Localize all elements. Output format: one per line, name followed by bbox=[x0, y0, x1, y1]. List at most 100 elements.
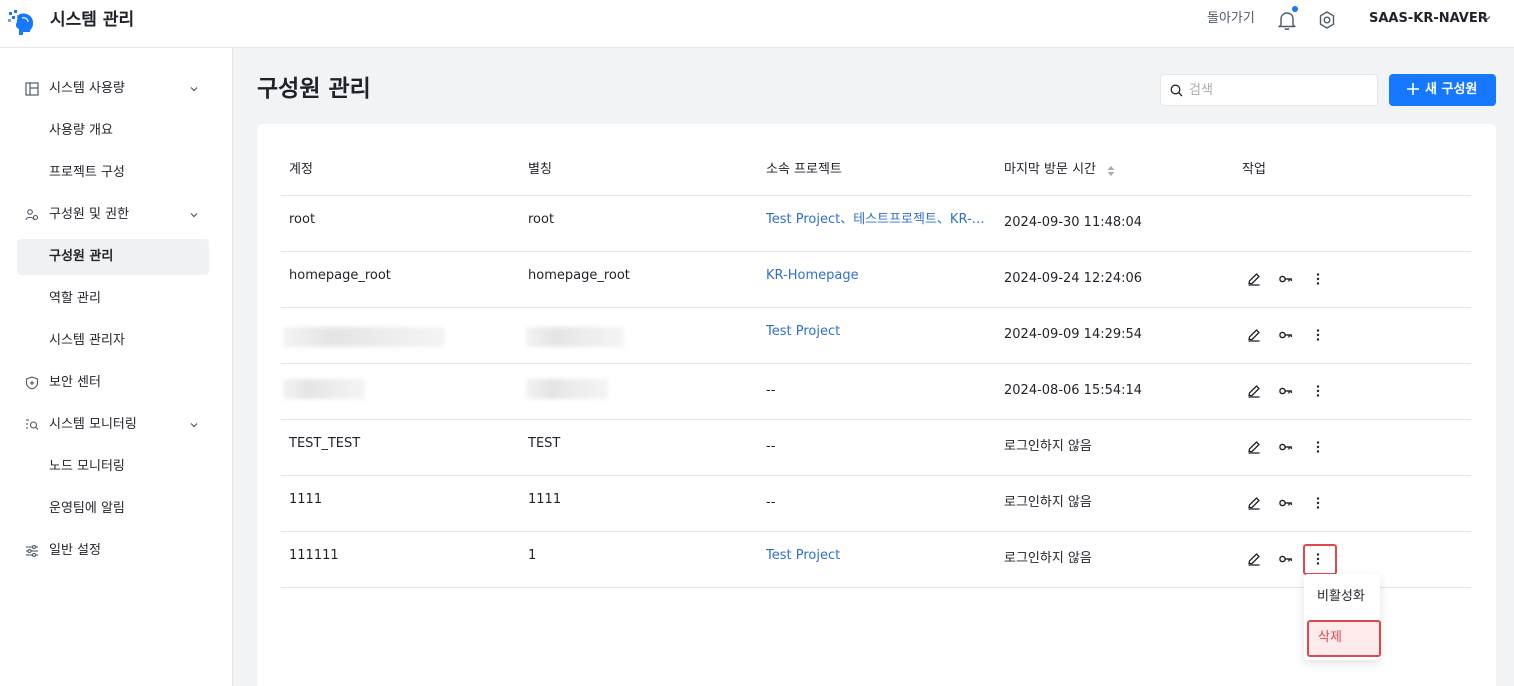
cell-last-visit: 로그인하지 않음 bbox=[1004, 495, 1092, 510]
edit-icon[interactable] bbox=[1246, 551, 1262, 567]
key-icon[interactable] bbox=[1278, 551, 1294, 567]
edit-icon[interactable] bbox=[1246, 271, 1262, 287]
more-vertical-icon[interactable] bbox=[1310, 271, 1326, 287]
row-divider bbox=[281, 195, 1471, 196]
sidebar-group-security[interactable]: 보안 센터 bbox=[0, 365, 233, 401]
row-divider bbox=[281, 363, 1471, 364]
menu-item-delete[interactable]: 삭제 bbox=[1307, 620, 1381, 657]
menu-item-label: 비활성화 bbox=[1317, 589, 1365, 604]
key-icon[interactable] bbox=[1278, 495, 1294, 511]
cell-alias: 1111 bbox=[528, 492, 562, 507]
cell-alias: TEST bbox=[528, 436, 561, 451]
dashboard-icon bbox=[25, 82, 39, 96]
cell-account: 1111 bbox=[289, 492, 323, 507]
sidebar-group-label: 시스템 모니터링 bbox=[49, 417, 137, 432]
cell-account: 111111 bbox=[289, 548, 339, 563]
key-icon[interactable] bbox=[1278, 271, 1294, 287]
sidebar-item-usage-overview[interactable]: 사용량 개요 bbox=[17, 113, 209, 149]
cell-account: root bbox=[289, 212, 316, 227]
key-icon[interactable] bbox=[1278, 383, 1294, 399]
chevron-down-icon bbox=[190, 87, 198, 92]
search-box[interactable] bbox=[1160, 74, 1378, 106]
users-icon bbox=[25, 209, 39, 221]
sort-icon[interactable] bbox=[1106, 165, 1116, 177]
cell-project: -- bbox=[766, 495, 776, 510]
sidebar-item-role-management[interactable]: 역할 관리 bbox=[17, 281, 209, 317]
edit-icon[interactable] bbox=[1246, 383, 1262, 399]
sidebar-group-monitoring[interactable]: 시스템 모니터링 bbox=[0, 407, 233, 443]
blurred-alias bbox=[526, 327, 624, 347]
new-member-button[interactable]: 새 구성원 bbox=[1389, 74, 1496, 106]
column-header-project: 소속 프로젝트 bbox=[766, 162, 842, 177]
search-input[interactable] bbox=[1189, 79, 1369, 101]
monitor-search-icon bbox=[26, 419, 39, 430]
sidebar-item-node-monitoring[interactable]: 노드 모니터링 bbox=[17, 449, 209, 485]
sidebar-item-label: 사용량 개요 bbox=[49, 123, 113, 138]
sidebar-item-label: 구성원 관리 bbox=[49, 249, 114, 264]
sidebar-group-label: 일반 설정 bbox=[49, 543, 101, 558]
row-divider bbox=[281, 475, 1471, 476]
gear-icon[interactable] bbox=[1316, 9, 1338, 31]
cell-project-link[interactable]: Test Project bbox=[766, 323, 988, 341]
more-button-highlight[interactable] bbox=[1303, 544, 1337, 575]
row-divider bbox=[281, 419, 1471, 420]
cell-project: -- bbox=[766, 383, 776, 398]
row-divider bbox=[281, 307, 1471, 308]
edit-icon[interactable] bbox=[1246, 327, 1262, 343]
sidebar-item-label: 시스템 관리자 bbox=[49, 333, 125, 348]
sidebar-group-label: 구성원 및 권한 bbox=[49, 207, 130, 222]
search-icon bbox=[1170, 84, 1183, 97]
sidebar-item-member-management[interactable]: 구성원 관리 bbox=[17, 239, 209, 275]
sidebar-item-system-admins[interactable]: 시스템 관리자 bbox=[17, 323, 209, 359]
chevron-down-icon[interactable] bbox=[1482, 13, 1492, 23]
sidebar-item-project-config[interactable]: 프로젝트 구성 bbox=[17, 155, 209, 191]
cell-project-link[interactable]: Test Project bbox=[766, 547, 988, 565]
key-icon[interactable] bbox=[1278, 439, 1294, 455]
sidebar-group-label: 시스템 사용량 bbox=[49, 81, 125, 96]
sidebar-group-general-settings[interactable]: 일반 설정 bbox=[0, 533, 233, 569]
more-vertical-icon[interactable] bbox=[1310, 495, 1326, 511]
cell-alias: 1 bbox=[528, 548, 537, 563]
cell-last-visit: 로그인하지 않음 bbox=[1004, 551, 1092, 566]
menu-item-deactivate[interactable]: 비활성화 bbox=[1304, 579, 1380, 615]
more-vertical-icon[interactable] bbox=[1310, 439, 1326, 455]
column-header-actions: 작업 bbox=[1242, 162, 1266, 177]
cell-project-link[interactable]: Test Project、테스트프로젝트、KR-Homepage bbox=[766, 211, 988, 229]
column-header-last-visit[interactable]: 마지막 방문 시간 bbox=[1004, 160, 1096, 180]
cell-last-visit: 2024-08-06 15:54:14 bbox=[1004, 383, 1143, 398]
key-icon[interactable] bbox=[1278, 327, 1294, 343]
edit-icon[interactable] bbox=[1246, 439, 1262, 455]
sidebar-item-label: 운영팀에 알림 bbox=[49, 501, 125, 516]
plus-icon bbox=[1407, 83, 1419, 95]
bell-icon[interactable] bbox=[1276, 9, 1298, 31]
more-vertical-icon[interactable] bbox=[1310, 327, 1326, 343]
column-header-account: 계정 bbox=[289, 162, 313, 177]
row-divider bbox=[281, 587, 1471, 588]
page-title: 구성원 관리 bbox=[257, 76, 371, 102]
notification-dot bbox=[1292, 6, 1298, 12]
cell-last-visit: 2024-09-09 14:29:54 bbox=[1004, 327, 1143, 342]
blurred-alias bbox=[526, 379, 608, 399]
sidebar-group-usage[interactable]: 시스템 사용량 bbox=[0, 71, 233, 107]
brain-logo-icon bbox=[8, 10, 34, 35]
sidebar-group-members[interactable]: 구성원 및 권한 bbox=[0, 197, 233, 233]
cell-alias: root bbox=[528, 212, 555, 227]
edit-icon[interactable] bbox=[1246, 495, 1262, 511]
column-header-alias: 별칭 bbox=[528, 162, 552, 177]
blurred-account bbox=[283, 379, 365, 399]
more-vertical-icon[interactable] bbox=[1310, 383, 1326, 399]
row-divider bbox=[281, 251, 1471, 252]
cell-last-visit: 2024-09-24 12:24:06 bbox=[1004, 271, 1143, 286]
cell-last-visit: 로그인하지 않음 bbox=[1004, 439, 1092, 454]
shield-icon bbox=[25, 376, 39, 390]
top-header: 시스템 관리 돌아가기 SAAS-KR-NAVER bbox=[0, 0, 1514, 48]
row-divider bbox=[281, 531, 1471, 532]
tenant-selector[interactable]: SAAS-KR-NAVER bbox=[1369, 10, 1488, 28]
sidebar-item-notify-ops[interactable]: 운영팀에 알림 bbox=[17, 491, 209, 527]
sidebar-item-label: 프로젝트 구성 bbox=[49, 165, 125, 180]
sidebar-item-label: 역할 관리 bbox=[49, 291, 101, 306]
menu-item-label: 삭제 bbox=[1318, 630, 1342, 645]
back-link[interactable]: 돌아가기 bbox=[1207, 10, 1255, 28]
cell-project-link[interactable]: KR-Homepage bbox=[766, 267, 988, 285]
sidebar-group-label: 보안 센터 bbox=[49, 375, 101, 390]
